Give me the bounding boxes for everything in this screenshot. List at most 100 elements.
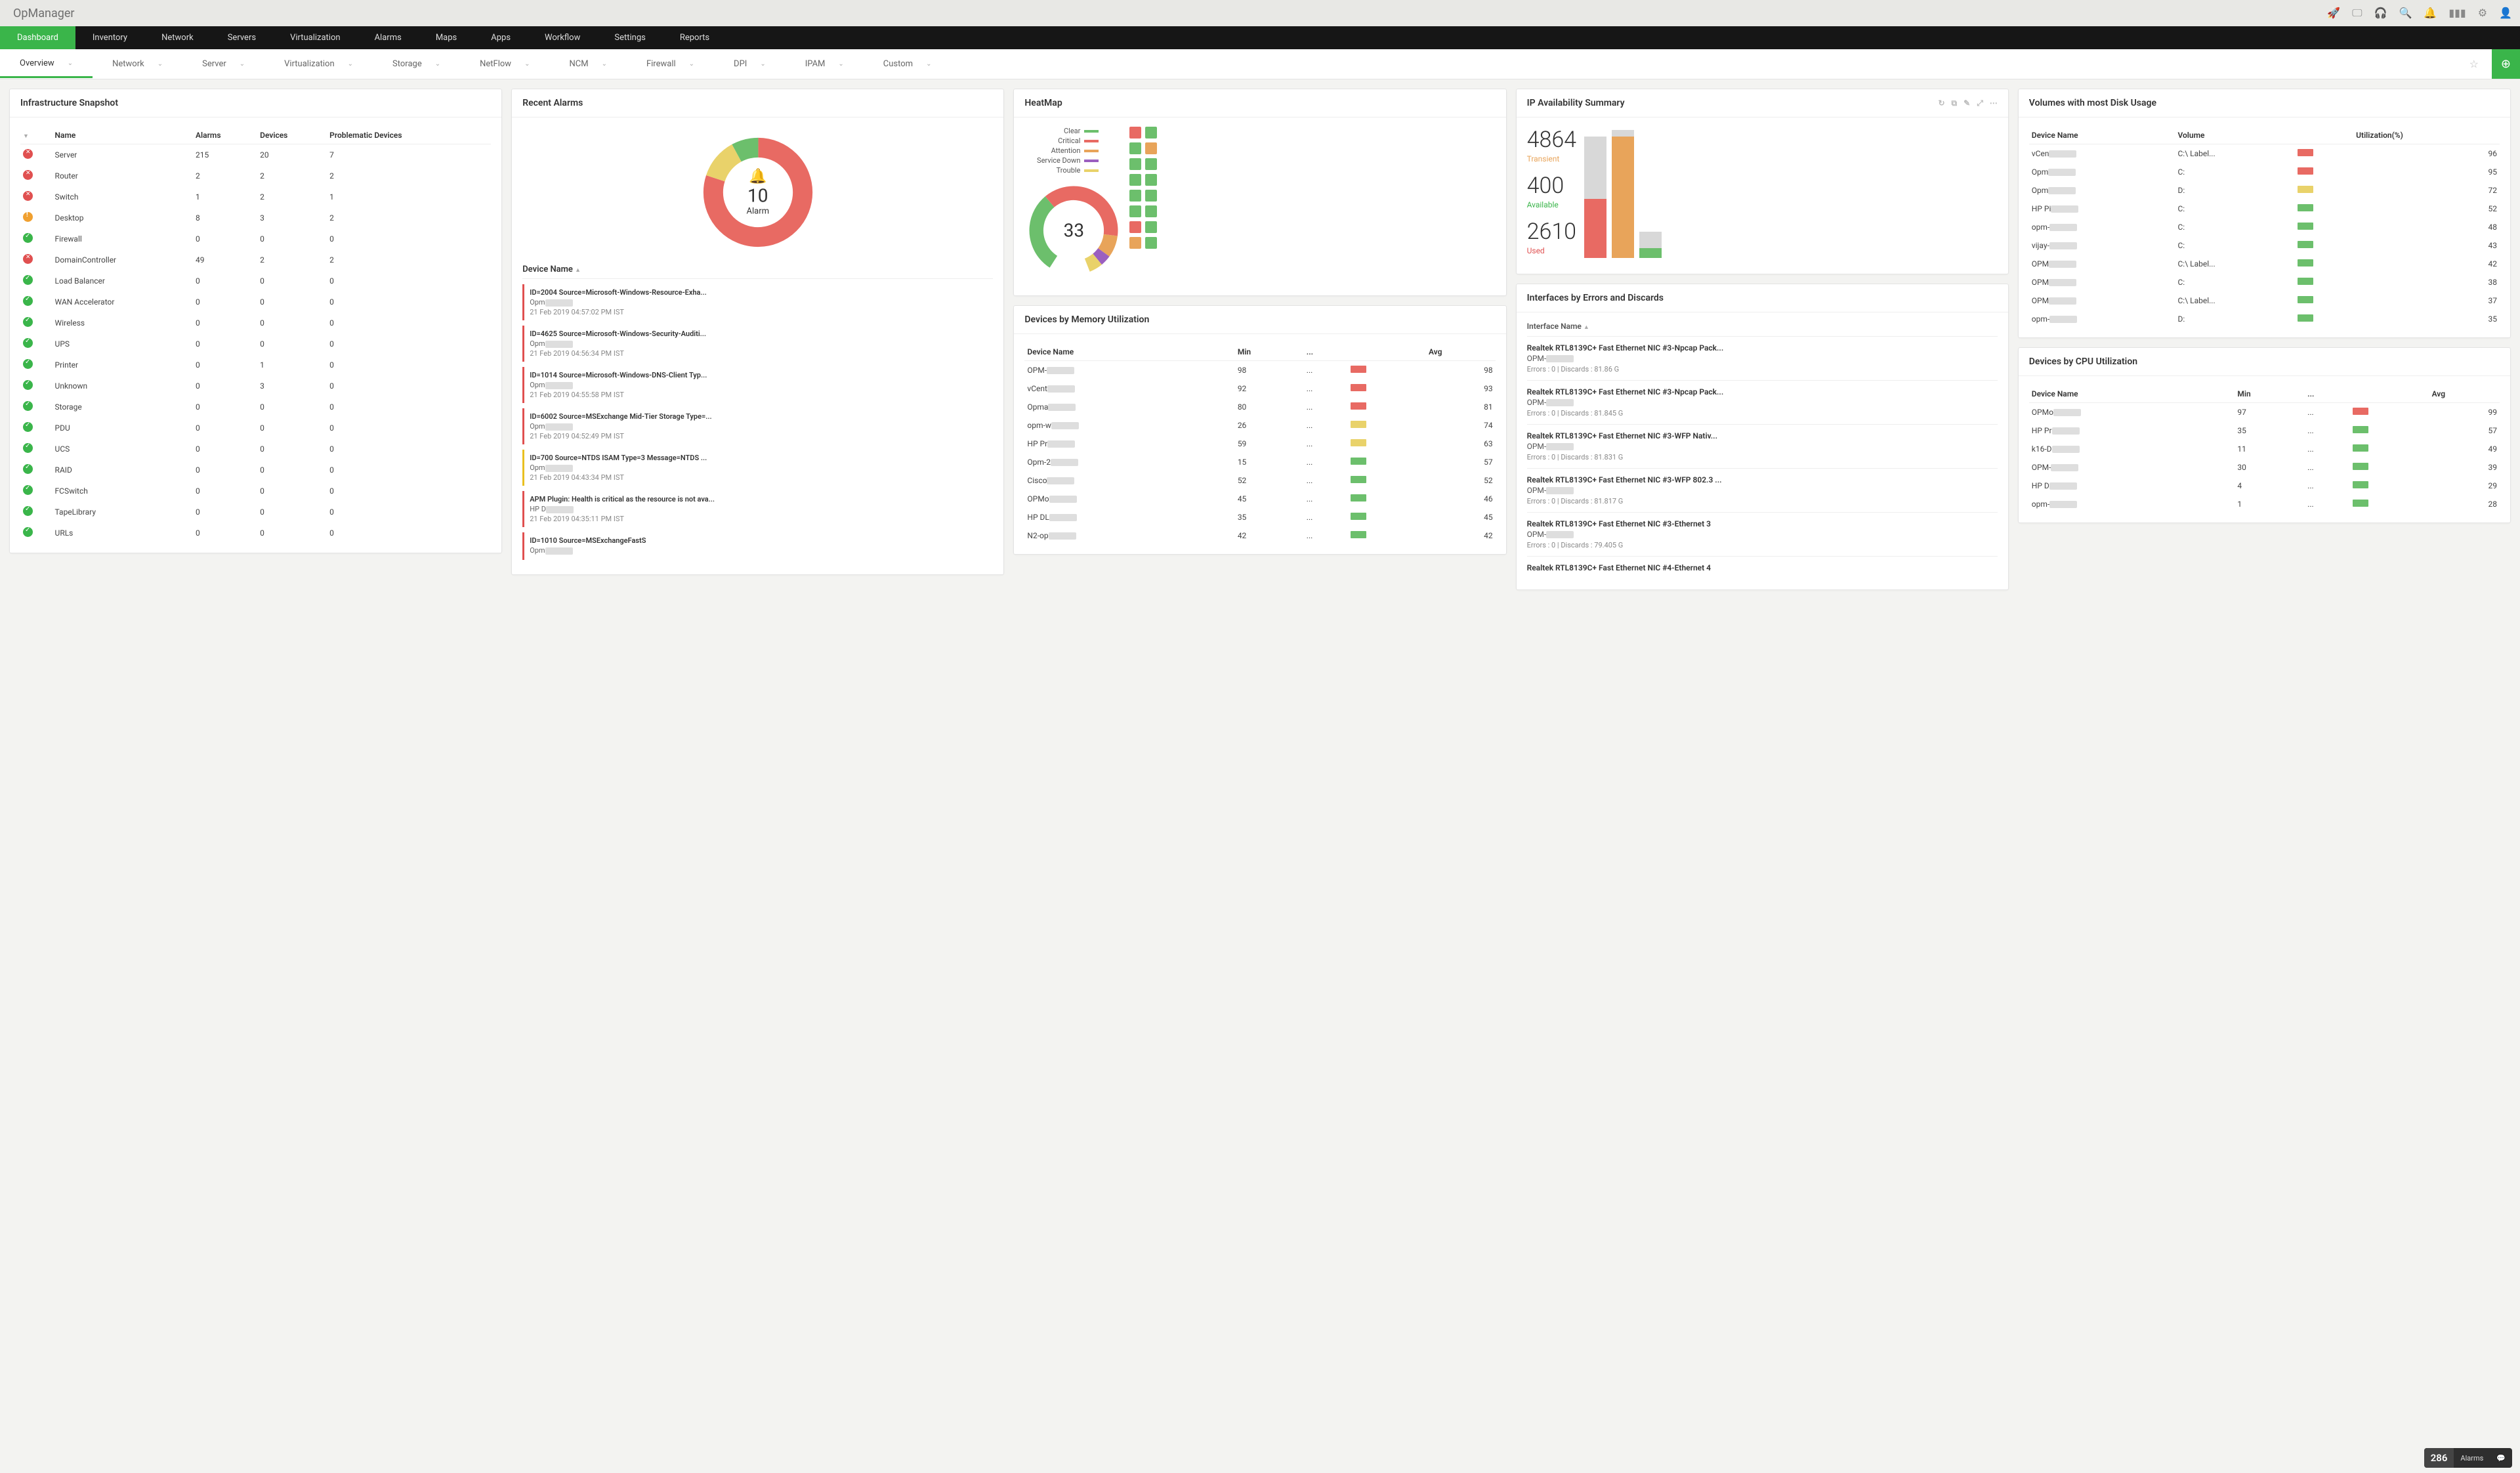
alarm-item[interactable]: ID=2004 Source=Microsoft-Windows-Resourc…	[522, 284, 993, 320]
heat-cell[interactable]	[1145, 237, 1157, 249]
heat-cell[interactable]	[1145, 221, 1157, 233]
heat-cell[interactable]	[1129, 237, 1141, 249]
nav-alarms[interactable]: Alarms	[358, 26, 419, 49]
infra-row[interactable]: Wireless000	[20, 312, 491, 333]
heat-cell[interactable]	[1145, 158, 1157, 170]
subnav-firewall[interactable]: Firewall⌄	[627, 51, 714, 78]
disk-row[interactable]: OPMC:\ Label...42	[2029, 255, 2500, 273]
add-widget-button[interactable]: ⊕	[2492, 49, 2520, 79]
infra-row[interactable]: Load Balancer000	[20, 270, 491, 291]
infra-row[interactable]: FCSwitch000	[20, 480, 491, 502]
alarm-item[interactable]: ID=4625 Source=Microsoft-Windows-Securit…	[522, 326, 993, 362]
interface-row[interactable]: Realtek RTL8139C+ Fast Ethernet NIC #3-N…	[1527, 380, 1998, 424]
heat-cell[interactable]	[1129, 190, 1141, 202]
infra-row[interactable]: Printer010	[20, 354, 491, 375]
alarm-item[interactable]: APM Plugin: Health is critical as the re…	[522, 491, 993, 527]
interface-row[interactable]: Realtek RTL8139C+ Fast Ethernet NIC #3-W…	[1527, 424, 1998, 468]
table-row[interactable]: k16-D11...49	[2029, 440, 2500, 458]
infra-row[interactable]: Unknown030	[20, 375, 491, 396]
nav-dashboard[interactable]: Dashboard	[0, 26, 75, 49]
infra-row[interactable]: PDU000	[20, 417, 491, 438]
alarm-item[interactable]: ID=1010 Source=MSExchangeFastSOpm	[522, 532, 993, 560]
subnav-ipam[interactable]: IPAM⌄	[786, 51, 864, 78]
table-row[interactable]: HP D4...29	[2029, 477, 2500, 495]
infra-row[interactable]: WAN Accelerator000	[20, 291, 491, 312]
heat-cell[interactable]	[1129, 174, 1141, 186]
disk-row[interactable]: OpmC:95	[2029, 163, 2500, 181]
interface-row[interactable]: Realtek RTL8139C+ Fast Ethernet NIC #3-E…	[1527, 512, 1998, 556]
table-row[interactable]: N2-op42...42	[1024, 526, 1495, 545]
heat-cell[interactable]	[1129, 158, 1141, 170]
disk-row[interactable]: OpmD:72	[2029, 181, 2500, 200]
table-row[interactable]: HP Pr35...57	[2029, 421, 2500, 440]
gear-icon[interactable]: ⚙	[2478, 7, 2487, 20]
heat-cell[interactable]	[1145, 127, 1157, 139]
table-row[interactable]: opm-w26...74	[1024, 416, 1495, 435]
infra-row[interactable]: UPS000	[20, 333, 491, 354]
table-row[interactable]: OPM-30...39	[2029, 458, 2500, 477]
nav-network[interactable]: Network	[144, 26, 211, 49]
user-icon[interactable]: 👤	[2499, 7, 2512, 20]
table-row[interactable]: OPMo97...99	[2029, 403, 2500, 422]
disk-row[interactable]: OPMC:\ Label...37	[2029, 291, 2500, 310]
bell-icon[interactable]: 🔔	[2424, 7, 2437, 20]
edit-icon[interactable]: ✎	[1964, 98, 1970, 108]
heat-cell[interactable]	[1145, 190, 1157, 202]
infra-row[interactable]: URLs000	[20, 523, 491, 544]
infra-row[interactable]: DomainController4922	[20, 249, 491, 270]
subnav-netflow[interactable]: NetFlow⌄	[460, 51, 549, 78]
nav-apps[interactable]: Apps	[474, 26, 528, 49]
rocket-icon[interactable]: 🚀	[2327, 7, 2340, 20]
infra-row[interactable]: RAID000	[20, 459, 491, 480]
disk-row[interactable]: vCenC:\ Label...96	[2029, 144, 2500, 163]
interface-row[interactable]: Realtek RTL8139C+ Fast Ethernet NIC #4-E…	[1527, 556, 1998, 580]
barcode-icon[interactable]: ▮▮▮	[2448, 7, 2466, 20]
nav-servers[interactable]: Servers	[211, 26, 273, 49]
disk-row[interactable]: HP PiC:52	[2029, 200, 2500, 218]
favorite-star-button[interactable]: ☆	[2460, 51, 2488, 77]
table-row[interactable]: Opm-215...57	[1024, 453, 1495, 471]
headset-icon[interactable]: 🎧	[2374, 7, 2387, 20]
heat-cell[interactable]	[1129, 127, 1141, 139]
screen-icon[interactable]: 🖵	[2352, 7, 2362, 20]
subnav-server[interactable]: Server⌄	[182, 51, 264, 78]
heat-cell[interactable]	[1129, 142, 1141, 154]
heat-cell[interactable]	[1129, 205, 1141, 217]
disk-row[interactable]: opm-C:48	[2029, 218, 2500, 236]
alarm-item[interactable]: ID=6002 Source=MSExchange Mid-Tier Stora…	[522, 408, 993, 444]
footer-alarm-badge[interactable]: 286 Alarms 💬	[2424, 1448, 2512, 1468]
infra-row[interactable]: Firewall000	[20, 228, 491, 249]
heat-cell[interactable]	[1129, 221, 1141, 233]
nav-maps[interactable]: Maps	[419, 26, 474, 49]
chat-icon[interactable]: 💬	[2490, 1450, 2512, 1466]
disk-row[interactable]: OPMC:38	[2029, 273, 2500, 291]
table-row[interactable]: OPMo45...46	[1024, 490, 1495, 508]
nav-inventory[interactable]: Inventory	[75, 26, 144, 49]
subnav-virtualization[interactable]: Virtualization⌄	[264, 51, 373, 78]
infra-row[interactable]: Server215207	[20, 144, 491, 166]
table-row[interactable]: Cisco52...52	[1024, 471, 1495, 490]
alarm-item[interactable]: ID=1014 Source=Microsoft-Windows-DNS-Cli…	[522, 367, 993, 403]
infra-row[interactable]: UCS000	[20, 438, 491, 459]
interface-row[interactable]: Realtek RTL8139C+ Fast Ethernet NIC #3-N…	[1527, 336, 1998, 380]
expand-icon[interactable]: ⤢	[1977, 98, 1983, 108]
subnav-ncm[interactable]: NCM⌄	[549, 51, 626, 78]
close-icon[interactable]: ⋯	[1990, 98, 1998, 108]
nav-reports[interactable]: Reports	[663, 26, 726, 49]
subnav-storage[interactable]: Storage⌄	[373, 51, 460, 78]
heat-cell[interactable]	[1145, 174, 1157, 186]
subnav-dpi[interactable]: DPI⌄	[714, 51, 786, 78]
disk-row[interactable]: vijay-C:43	[2029, 236, 2500, 255]
interface-row[interactable]: Realtek RTL8139C+ Fast Ethernet NIC #3-W…	[1527, 468, 1998, 512]
subnav-network[interactable]: Network⌄	[93, 51, 182, 78]
table-row[interactable]: HP Pr59...63	[1024, 435, 1495, 453]
subnav-overview[interactable]: Overview⌄	[0, 51, 93, 78]
subnav-custom[interactable]: Custom⌄	[864, 51, 952, 78]
infra-row[interactable]: Desktop832	[20, 207, 491, 228]
nav-virtualization[interactable]: Virtualization	[273, 26, 358, 49]
infra-row[interactable]: TapeLibrary000	[20, 502, 491, 523]
copy-icon[interactable]: ⧉	[1952, 98, 1958, 108]
nav-workflow[interactable]: Workflow	[528, 26, 597, 49]
disk-row[interactable]: opm-D:35	[2029, 310, 2500, 328]
nav-settings[interactable]: Settings	[597, 26, 662, 49]
